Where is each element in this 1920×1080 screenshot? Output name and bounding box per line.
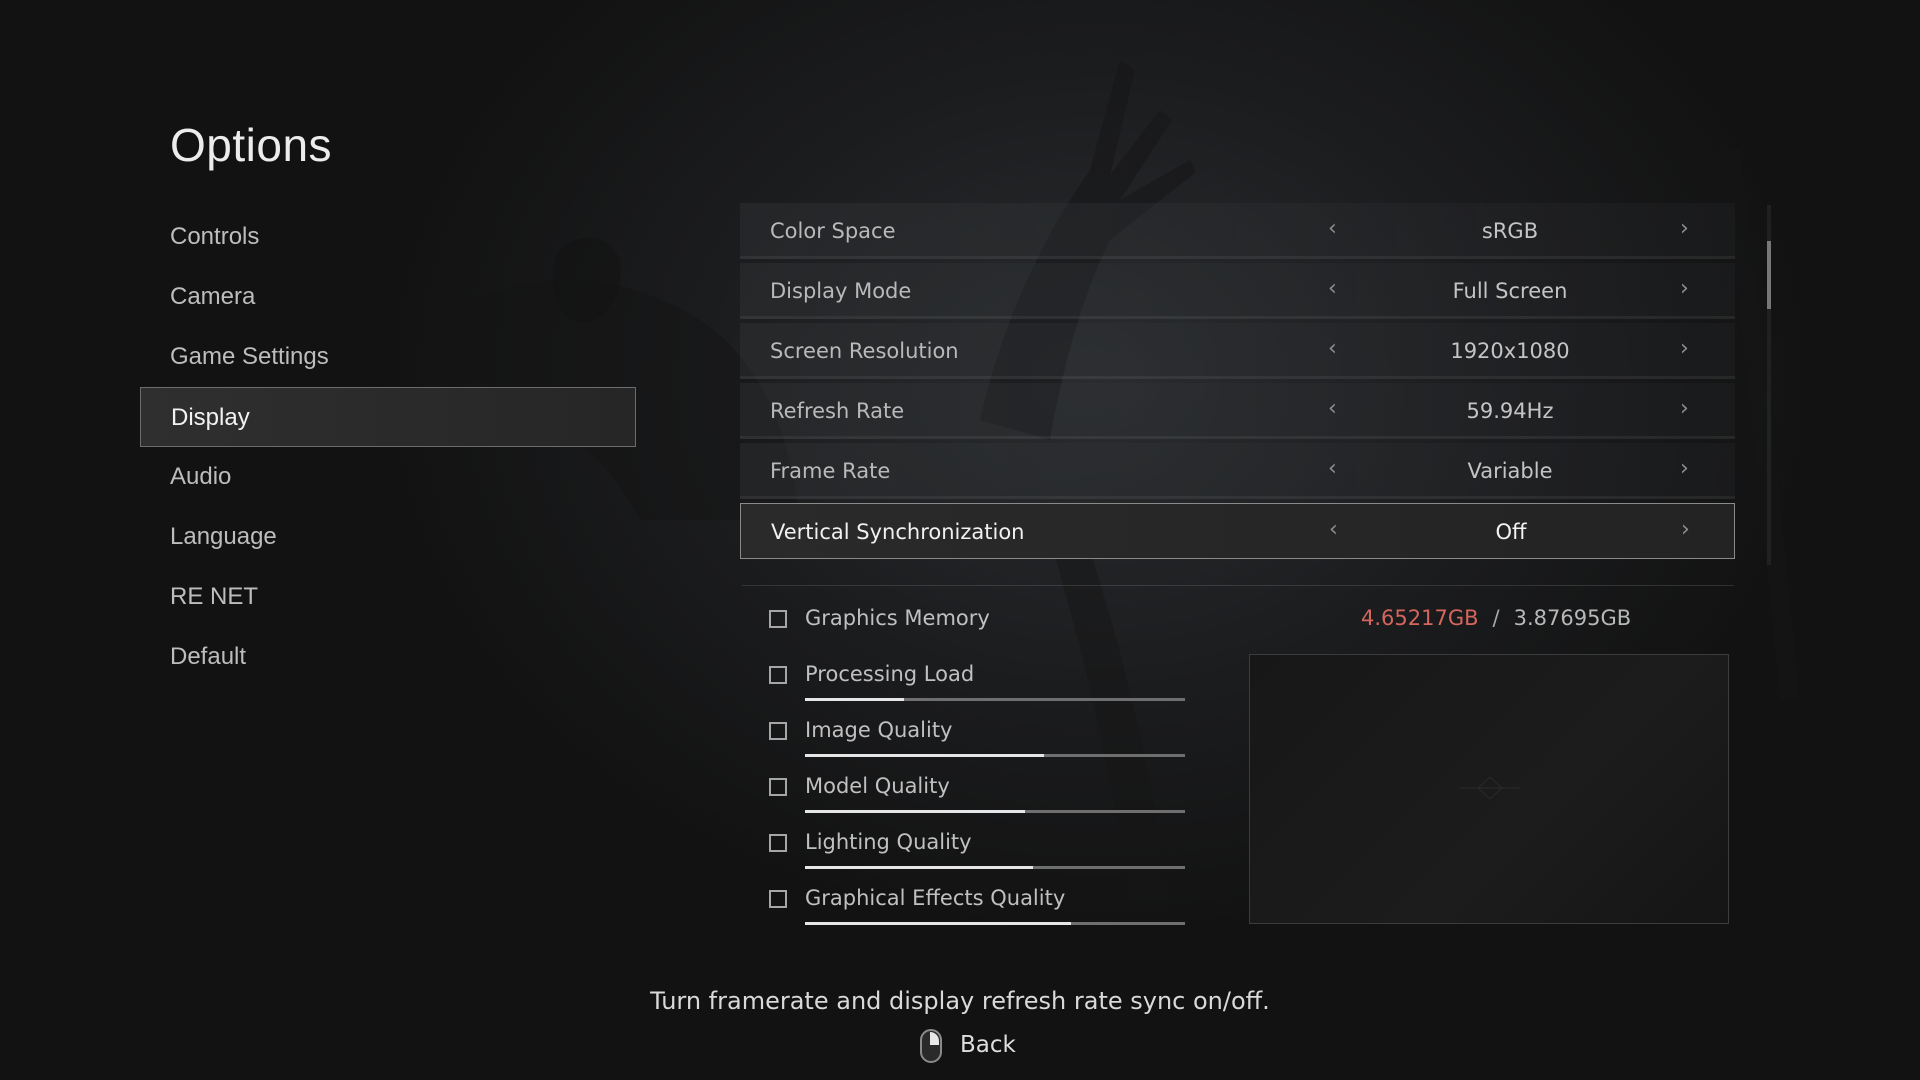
chevron-left-icon[interactable]: ‹ [1328,263,1337,315]
nav-item-display[interactable]: Display [140,387,636,447]
chevron-left-icon[interactable]: ‹ [1328,383,1337,435]
gfx-item-label: Model Quality [805,774,950,798]
graphics-memory-used: 4.65217GB [1361,606,1479,630]
nav-item-camera[interactable]: Camera [140,267,636,327]
nav-item-game-settings[interactable]: Game Settings [140,327,636,387]
load-bar [805,810,1185,813]
preview-sparkle [1460,776,1520,800]
setting-label: Frame Rate [770,459,891,483]
setting-value: Full Screen [1452,279,1568,303]
nav-item-default[interactable]: Default [140,627,636,687]
load-bar-fill [805,698,904,701]
setting-row-vertical-synchronization[interactable]: Vertical Synchronization ‹ Off › [740,503,1735,559]
model-quality-checkbox[interactable] [769,778,787,796]
graphics-memory-total: 3.87695GB [1513,606,1632,630]
processing-load-checkbox[interactable] [769,666,787,684]
chevron-left-icon[interactable]: ‹ [1328,443,1337,495]
setting-row-display-mode[interactable]: Display Mode ‹ Full Screen › [740,263,1735,319]
setting-value: sRGB [1481,219,1539,243]
setting-label: Vertical Synchronization [771,520,1025,544]
setting-row-screen-resolution[interactable]: Screen Resolution ‹ 1920x1080 › [740,323,1735,379]
setting-row-refresh-rate[interactable]: Refresh Rate ‹ 59.94Hz › [740,383,1735,439]
load-bar-fill [805,922,1071,925]
load-bar-fill [805,754,1045,757]
nav-item-controls[interactable]: Controls [140,207,636,267]
setting-label: Color Space [770,219,896,243]
setting-description: Turn framerate and display refresh rate … [650,987,1270,1015]
graphics-memory-separator: / [1492,606,1500,630]
nav-item-audio[interactable]: Audio [140,447,636,507]
image-quality-checkbox[interactable] [769,722,787,740]
setting-label: Display Mode [770,279,912,303]
graphical-effects-quality-checkbox[interactable] [769,890,787,908]
load-bar [805,866,1185,869]
chevron-right-icon[interactable]: › [1680,323,1689,375]
chevron-right-icon[interactable]: › [1680,263,1689,315]
gfx-item-label: Graphical Effects Quality [805,886,1066,910]
settings-scrollbar[interactable] [1767,205,1771,565]
back-button[interactable]: Back [920,1025,1016,1065]
load-bar [805,922,1185,925]
chevron-left-icon[interactable]: ‹ [1328,323,1337,375]
lighting-quality-checkbox[interactable] [769,834,787,852]
setting-label: Screen Resolution [770,339,959,363]
load-bar [805,754,1185,757]
load-bar-fill [805,866,1033,869]
setting-row-frame-rate[interactable]: Frame Rate ‹ Variable › [740,443,1735,499]
display-settings-list: Color Space ‹ sRGB › Display Mode ‹ Full… [740,203,1735,563]
nav-item-language[interactable]: Language [140,507,636,567]
chevron-left-icon[interactable]: ‹ [1329,504,1338,556]
graphics-memory-checkbox[interactable] [769,610,787,628]
section-divider [742,585,1734,586]
preview-image [1249,654,1729,924]
chevron-right-icon[interactable]: › [1680,443,1689,495]
setting-value: Off [1495,520,1527,544]
chevron-right-icon[interactable]: › [1680,383,1689,435]
gfx-item-label: Lighting Quality [805,830,972,854]
setting-value: 1920x1080 [1450,339,1570,363]
setting-label: Refresh Rate [770,399,905,423]
gfx-item-label: Image Quality [805,718,953,742]
page-title: Options [170,119,333,171]
chevron-right-icon[interactable]: › [1680,203,1689,255]
nav-item-re-net[interactable]: RE NET [140,567,636,627]
chevron-right-icon[interactable]: › [1681,504,1690,556]
graphics-memory-label: Graphics Memory [805,606,990,630]
chevron-left-icon[interactable]: ‹ [1328,203,1337,255]
back-label: Back [960,1032,1016,1058]
setting-value: Variable [1467,459,1553,483]
options-nav: Controls Camera Game Settings Display Au… [140,207,636,687]
graphics-memory-readout: 4.65217GB / 3.87695GB [1361,600,1631,636]
mouse-right-click-icon [920,1028,942,1063]
setting-value: 59.94Hz [1466,399,1554,423]
load-bar-fill [805,810,1026,813]
gfx-item-label: Processing Load [805,662,975,686]
setting-row-color-space[interactable]: Color Space ‹ sRGB › [740,203,1735,259]
load-bar [805,698,1185,701]
scrollbar-thumb[interactable] [1767,241,1771,309]
